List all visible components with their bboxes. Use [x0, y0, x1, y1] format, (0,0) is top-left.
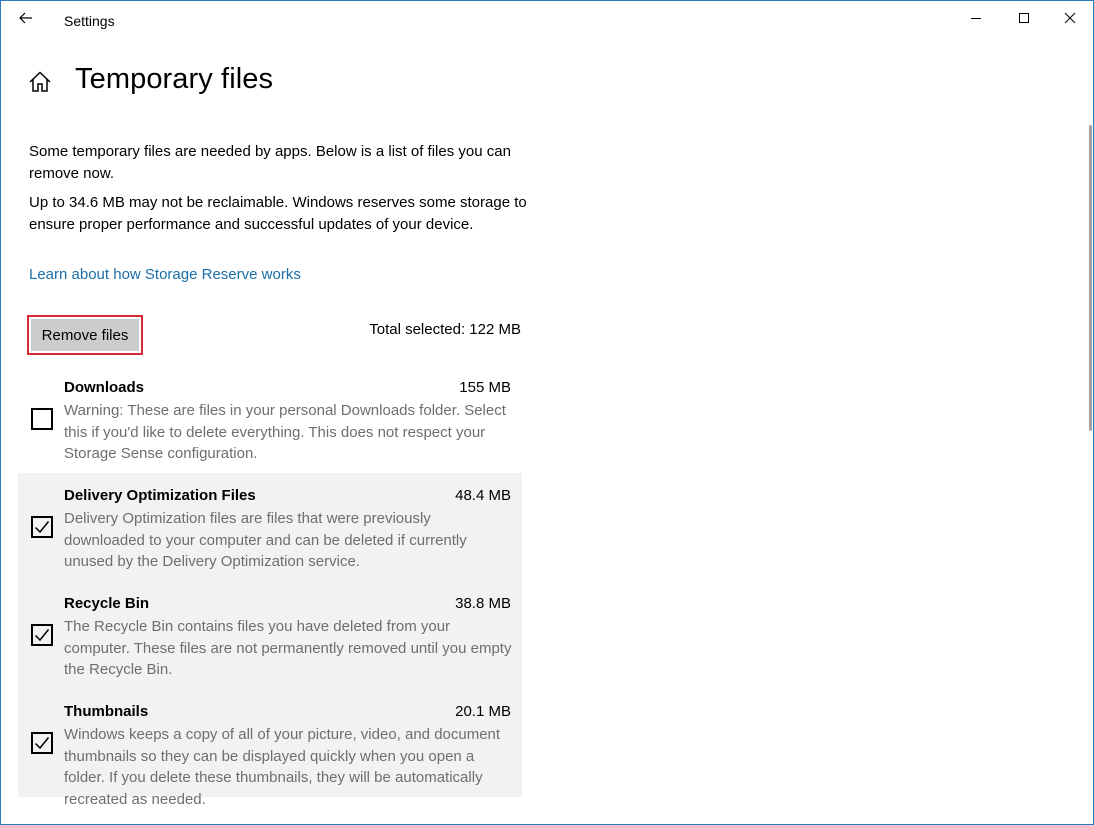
- checkmark-icon: [34, 521, 50, 534]
- learn-storage-reserve-link[interactable]: Learn about how Storage Reserve works: [29, 266, 301, 283]
- checkbox-thumbnails[interactable]: [31, 732, 53, 754]
- title-bar: Settings: [1, 1, 1093, 41]
- list-item-delivery-optimization[interactable]: Delivery Optimization Files 48.4 MB Deli…: [18, 473, 522, 581]
- temp-files-list: Downloads 155 MB Warning: These are file…: [18, 365, 522, 808]
- list-item-thumbnails[interactable]: Thumbnails 20.1 MB Windows keeps a copy …: [18, 689, 522, 808]
- list-item-downloads[interactable]: Downloads 155 MB Warning: These are file…: [18, 365, 522, 473]
- home-icon: [29, 71, 51, 92]
- item-size: 38.8 MB: [455, 595, 511, 612]
- description-text: Some temporary files are needed by apps.…: [29, 143, 511, 182]
- back-button[interactable]: [11, 5, 41, 31]
- checkbox-downloads[interactable]: [31, 408, 53, 430]
- item-size: 155 MB: [459, 379, 511, 396]
- maximize-button[interactable]: [1001, 1, 1047, 35]
- settings-window: Settings Temporary files Some temporary …: [0, 0, 1094, 825]
- item-description: Windows keeps a copy of all of your pict…: [64, 726, 501, 808]
- item-size: 20.1 MB: [455, 703, 511, 720]
- app-title: Settings: [64, 13, 115, 29]
- page-title: Temporary files: [75, 63, 274, 95]
- storage-reserve-text: Up to 34.6 MB may not be reclaimable. Wi…: [29, 194, 527, 233]
- item-name: Delivery Optimization Files: [64, 487, 256, 504]
- maximize-icon: [1019, 13, 1029, 23]
- checkbox-delivery-optimization[interactable]: [31, 516, 53, 538]
- checkmark-icon: [34, 737, 50, 750]
- minimize-icon: [971, 18, 981, 19]
- checkmark-icon: [34, 629, 50, 642]
- list-item-recycle-bin[interactable]: Recycle Bin 38.8 MB The Recycle Bin cont…: [18, 581, 522, 689]
- close-icon: [1064, 12, 1076, 24]
- close-button[interactable]: [1047, 1, 1093, 35]
- item-size: 48.4 MB: [455, 487, 511, 504]
- item-name: Recycle Bin: [64, 595, 150, 612]
- item-description: Delivery Optimization files are files th…: [64, 510, 467, 570]
- item-name: Downloads: [64, 379, 145, 396]
- item-description: Warning: These are files in your persona…: [64, 402, 506, 462]
- minimize-button[interactable]: [953, 1, 999, 35]
- checkbox-recycle-bin[interactable]: [31, 624, 53, 646]
- remove-files-highlight: Remove files: [27, 315, 143, 355]
- scrollbar-thumb[interactable]: [1089, 125, 1092, 431]
- item-description: The Recycle Bin contains files you have …: [64, 618, 512, 678]
- remove-files-button[interactable]: Remove files: [31, 319, 139, 351]
- arrow-left-icon: [19, 12, 32, 24]
- total-selected-label: Total selected: 122 MB: [369, 321, 521, 338]
- home-button[interactable]: [27, 69, 53, 95]
- item-name: Thumbnails: [64, 703, 149, 720]
